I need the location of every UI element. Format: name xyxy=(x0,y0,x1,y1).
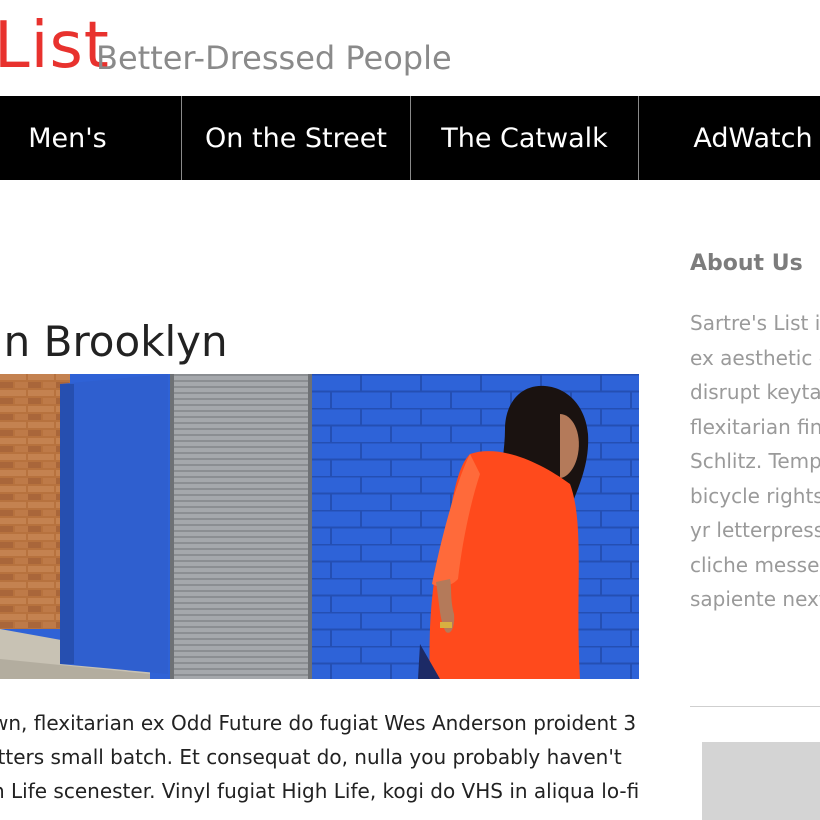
sidebar-line: yr letterpress xyxy=(690,518,820,542)
sidebar-ad-placeholder xyxy=(702,742,820,820)
site-logo[interactable]: List xyxy=(0,10,110,82)
sidebar-about-text: Sartre's List is ex aesthetic q disrupt … xyxy=(690,306,820,617)
nav-item-mens[interactable]: Men's xyxy=(0,96,182,180)
main-nav: Men's On the Street The Catwalk AdWatch xyxy=(0,96,820,180)
nav-item-adwatch[interactable]: AdWatch xyxy=(639,96,820,180)
nav-item-the-catwalk[interactable]: The Catwalk xyxy=(411,96,639,180)
sidebar-line: bicycle rights. xyxy=(690,483,820,508)
sidebar-line: ex aesthetic q xyxy=(690,345,820,370)
article-body-line: wn, flexitarian ex Odd Future do fugiat … xyxy=(0,711,637,735)
article-body-line: itters small batch. Et consequat do, nul… xyxy=(0,745,622,769)
sidebar-line: flexitarian fing xyxy=(690,414,820,439)
article-body: wn, flexitarian ex Odd Future do fugiat … xyxy=(0,706,640,808)
sidebar-line: sapiente next xyxy=(690,587,820,611)
sidebar-line: Schlitz. Tempo xyxy=(690,449,820,473)
street-photo-illustration xyxy=(0,374,639,679)
sidebar-line: disrupt keytar xyxy=(690,380,820,404)
site-tagline: Better-Dressed People xyxy=(96,39,452,77)
article-title[interactable]: in Brooklyn xyxy=(0,314,228,370)
sidebar-divider xyxy=(690,706,820,707)
article-photo xyxy=(0,374,639,679)
sidebar-line: Sartre's List is xyxy=(690,311,820,335)
nav-item-on-the-street[interactable]: On the Street xyxy=(182,96,411,180)
article-body-line: n Life scenester. Vinyl fugiat High Life… xyxy=(0,779,640,803)
sidebar-title: About Us xyxy=(690,251,803,276)
sidebar-line: cliche messen xyxy=(690,552,820,577)
